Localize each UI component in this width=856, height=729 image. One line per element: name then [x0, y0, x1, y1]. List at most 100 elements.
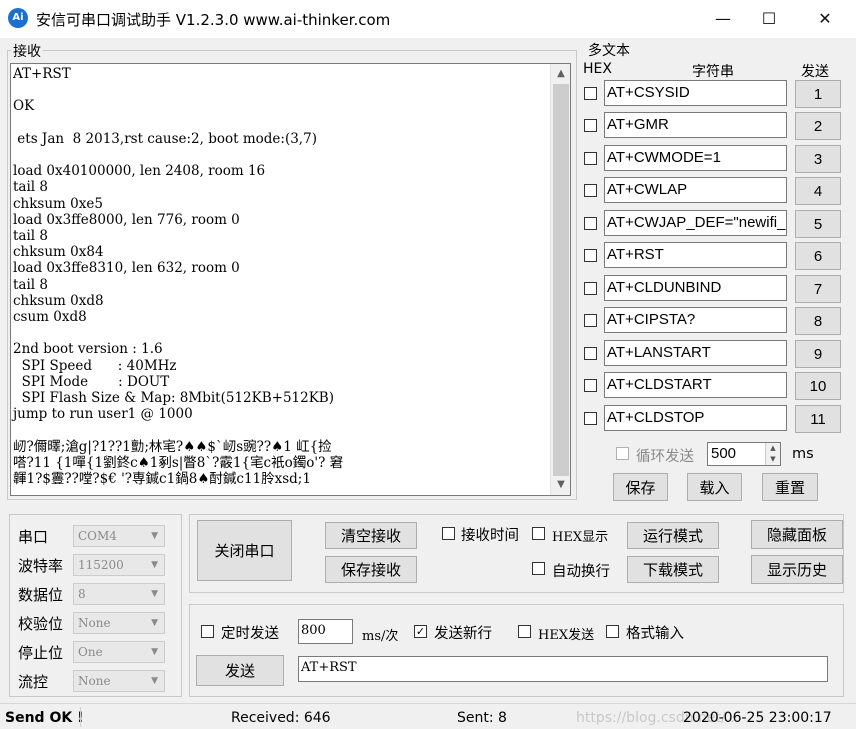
databits-select[interactable]: 8 ▼: [73, 583, 165, 605]
command-input[interactable]: AT+CLDSTART: [604, 372, 787, 398]
hex-checkbox[interactable]: [584, 314, 597, 327]
send-button[interactable]: 发送: [196, 655, 284, 686]
hide-panel-button[interactable]: 隐藏面板: [751, 520, 843, 549]
hex-send-checkbox[interactable]: [518, 625, 531, 638]
send-newline-checkbox[interactable]: ✓: [414, 625, 427, 638]
command-input[interactable]: AT+RST: [604, 242, 787, 268]
command-input[interactable]: AT+CWJAP_DEF="newifi_: [604, 210, 787, 236]
receive-scrollbar[interactable]: ▲ ▼: [550, 64, 570, 495]
command-input[interactable]: AT+CSYSID: [604, 80, 787, 106]
save-button[interactable]: 保存: [613, 473, 668, 501]
hex-checkbox[interactable]: [584, 87, 597, 100]
received-count: Received: 646: [231, 710, 331, 726]
timed-send-label: 定时发送: [221, 626, 279, 642]
command-input[interactable]: AT+CLDUNBIND: [604, 275, 787, 301]
multi-row: AT+RST 6: [583, 242, 843, 272]
show-history-button[interactable]: 显示历史: [751, 555, 843, 584]
multi-row: AT+CWMODE=1 3: [583, 145, 843, 175]
minimize-button[interactable]: —: [700, 0, 746, 38]
auto-wrap-checkbox[interactable]: [532, 562, 545, 575]
send-row-button[interactable]: 1: [795, 80, 841, 108]
format-input-checkbox[interactable]: [606, 625, 619, 638]
send-row-button[interactable]: 5: [795, 210, 841, 238]
close-port-button[interactable]: 关闭串口: [197, 520, 292, 581]
multi-row: AT+CIPSTA? 8: [583, 307, 843, 337]
baud-select[interactable]: 115200 ▼: [73, 554, 165, 576]
hex-checkbox[interactable]: [584, 347, 597, 360]
datetime: 2020-06-25 23:00:17: [683, 710, 832, 726]
hex-checkbox[interactable]: [584, 119, 597, 132]
flow-select[interactable]: None ▼: [73, 670, 165, 692]
scroll-down-icon[interactable]: ▼: [551, 475, 570, 495]
hex-checkbox[interactable]: [584, 379, 597, 392]
spinner-icon[interactable]: ▲ ▼: [765, 443, 780, 465]
receive-textarea[interactable]: AT+RST OK ets Jan 8 2013,rst cause:2, bo…: [10, 63, 571, 496]
send-newline-label: 发送新行: [434, 626, 492, 642]
status-divider: [80, 707, 81, 727]
command-input[interactable]: AT+CWLAP: [604, 177, 787, 203]
receive-label: 接收: [11, 41, 43, 61]
send-input[interactable]: AT+RST: [298, 656, 828, 682]
loop-send-checkbox[interactable]: [616, 447, 629, 460]
chevron-down-icon: ▼: [151, 589, 158, 599]
command-input[interactable]: AT+CIPSTA?: [604, 307, 787, 333]
hex-checkbox[interactable]: [584, 249, 597, 262]
command-input[interactable]: AT+CWMODE=1: [604, 145, 787, 171]
command-input[interactable]: AT+LANSTART: [604, 340, 787, 366]
scroll-up-icon[interactable]: ▲: [551, 64, 570, 84]
receive-time-checkbox[interactable]: [442, 527, 455, 540]
hex-send-label: HEX发送: [538, 628, 595, 643]
multi-row: AT+CSYSID 1: [583, 80, 843, 110]
hex-checkbox[interactable]: [584, 412, 597, 425]
multi-row: AT+CLDSTOP 11: [583, 405, 843, 435]
stopbits-label: 停止位: [18, 644, 64, 662]
send-row-button[interactable]: 8: [795, 307, 841, 335]
chevron-down-icon: ▼: [151, 531, 158, 541]
multi-row: AT+CLDUNBIND 7: [583, 275, 843, 305]
send-row-button[interactable]: 4: [795, 177, 841, 205]
multi-row: AT+CWLAP 4: [583, 177, 843, 207]
chevron-down-icon: ▼: [151, 618, 158, 628]
ms-per-label: ms/次: [362, 629, 399, 644]
chevron-down-icon: ▼: [151, 647, 158, 657]
window-title: 安信可串口调试助手 V1.2.3.0 www.ai-thinker.com: [36, 11, 391, 29]
chevron-down-icon: ▼: [151, 560, 158, 570]
port-select[interactable]: COM4 ▼: [73, 525, 165, 547]
load-button[interactable]: 载入: [687, 473, 742, 501]
send-row-button[interactable]: 2: [795, 112, 841, 140]
parity-select[interactable]: None ▼: [73, 612, 165, 634]
command-input[interactable]: AT+GMR: [604, 112, 787, 138]
timed-send-checkbox[interactable]: [201, 625, 214, 638]
interval-input[interactable]: 800: [298, 619, 353, 644]
format-input-label: 格式输入: [626, 626, 684, 642]
clear-receive-button[interactable]: 清空接收: [325, 522, 417, 549]
multi-row: AT+CLDSTART 10: [583, 372, 843, 402]
close-button[interactable]: ✕: [802, 0, 848, 38]
maximize-button[interactable]: ☐: [746, 0, 792, 38]
hex-checkbox[interactable]: [584, 217, 597, 230]
send-row-button[interactable]: 6: [795, 242, 841, 270]
auto-wrap-label: 自动换行: [552, 564, 610, 580]
hex-header: HEX: [583, 61, 612, 77]
hex-checkbox[interactable]: [584, 282, 597, 295]
reset-button[interactable]: 重置: [762, 473, 818, 501]
loop-interval-input[interactable]: 500 ▲ ▼: [707, 442, 781, 466]
stopbits-select[interactable]: One ▼: [73, 641, 165, 663]
send-row-button[interactable]: 3: [795, 145, 841, 173]
status-bar: Send OK ! Received: 646 Sent: 8 https://…: [0, 703, 856, 729]
send-row-button[interactable]: 7: [795, 275, 841, 303]
multi-row: AT+GMR 2: [583, 112, 843, 142]
scroll-thumb[interactable]: [553, 84, 569, 476]
command-input[interactable]: AT+CLDSTOP: [604, 405, 787, 431]
send-row-button[interactable]: 10: [795, 372, 841, 400]
send-row-button[interactable]: 9: [795, 340, 841, 368]
run-mode-button[interactable]: 运行模式: [627, 522, 719, 549]
hex-checkbox[interactable]: [584, 152, 597, 165]
send-header: 发送: [801, 64, 829, 80]
hex-checkbox[interactable]: [584, 184, 597, 197]
download-mode-button[interactable]: 下载模式: [627, 556, 719, 583]
ms-label: ms: [792, 446, 814, 462]
save-receive-button[interactable]: 保存接收: [325, 556, 417, 583]
send-row-button[interactable]: 11: [795, 405, 841, 433]
hex-display-checkbox[interactable]: [532, 527, 545, 540]
